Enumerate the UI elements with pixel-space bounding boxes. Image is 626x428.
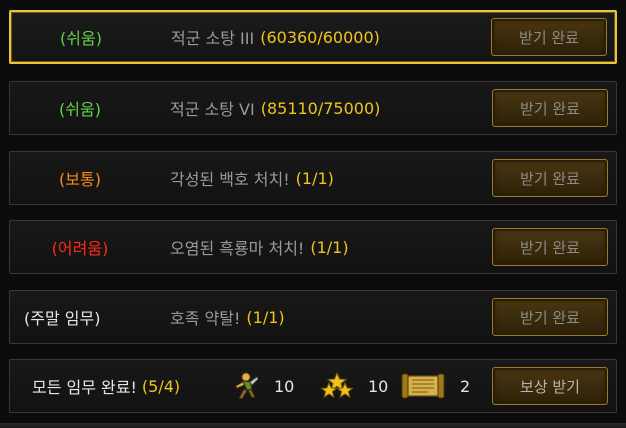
quest-panel: (쉬움) 적군 소탕 III (60360/60000) 받기 완료 (쉬움) … — [0, 0, 626, 428]
claim-complete-button[interactable]: 받기 완료 — [492, 228, 608, 266]
soldier-icon — [230, 371, 260, 401]
quest-text: 호족 약탈! (1/1) — [170, 291, 285, 343]
reward-stars: 10 — [320, 360, 388, 412]
difficulty-label: (어려움) — [51, 239, 109, 258]
claim-complete-button[interactable]: 받기 완료 — [492, 159, 608, 197]
quest-title: 각성된 백호 처치! — [170, 170, 290, 189]
quest-title: 오염된 흑룡마 처치! — [170, 239, 305, 258]
quest-row[interactable]: (주말 임무) 호족 약탈! (1/1) 받기 완료 — [9, 290, 617, 344]
reward-scroll: 2 — [400, 360, 470, 412]
quest-title: 적군 소탕 III — [171, 29, 255, 48]
stars-icon — [320, 371, 354, 401]
claim-reward-button[interactable]: 보상 받기 — [492, 367, 608, 405]
quest-progress: (85110/75000) — [260, 98, 381, 118]
reward-count: 2 — [460, 376, 471, 396]
quest-progress: (60360/60000) — [260, 27, 380, 47]
reward-count: 10 — [368, 376, 389, 396]
bottom-divider — [0, 423, 626, 428]
reward-soldier: 10 — [230, 360, 294, 412]
claim-complete-button[interactable]: 받기 완료 — [492, 298, 608, 336]
reward-count: 10 — [274, 376, 295, 396]
quest-text: 각성된 백호 처치! (1/1) — [170, 152, 334, 204]
quest-row[interactable]: (쉬움) 적군 소탕 III (60360/60000) 받기 완료 — [9, 10, 617, 64]
quest-row[interactable]: (어려움) 오염된 흑룡마 처치! (1/1) 받기 완료 — [9, 220, 617, 274]
quest-text: 오염된 흑룡마 처치! (1/1) — [170, 221, 349, 273]
quest-row[interactable]: (쉬움) 적군 소탕 VI (85110/75000) 받기 완료 — [9, 81, 617, 135]
difficulty-label: (보통) — [59, 170, 101, 189]
claim-complete-button[interactable]: 받기 완료 — [492, 89, 608, 127]
difficulty-label: (쉬움) — [60, 29, 102, 48]
quest-text: 적군 소탕 III (60360/60000) — [171, 12, 380, 62]
quest-progress: (1/1) — [246, 307, 285, 327]
summary-text: 모든 임무 완료! (5/4) — [32, 360, 180, 412]
quest-title: 호족 약탈! — [170, 309, 241, 328]
quest-progress: (1/1) — [295, 168, 334, 188]
summary-label: 모든 임무 완료! — [32, 378, 137, 397]
difficulty-label: (쉬움) — [59, 100, 101, 119]
quest-progress: (1/1) — [310, 237, 349, 257]
difficulty-label: (주말 임무) — [24, 309, 101, 328]
summary-progress: (5/4) — [141, 376, 181, 396]
all-quests-summary-row: 모든 임무 완료! (5/4) 10 10 2 보상 받기 — [9, 359, 617, 413]
claim-complete-button[interactable]: 받기 완료 — [491, 18, 607, 56]
quest-title: 적군 소탕 VI — [170, 100, 255, 119]
scroll-icon — [400, 371, 446, 401]
quest-row[interactable]: (보통) 각성된 백호 처치! (1/1) 받기 완료 — [9, 151, 617, 205]
quest-text: 적군 소탕 VI (85110/75000) — [170, 82, 380, 134]
